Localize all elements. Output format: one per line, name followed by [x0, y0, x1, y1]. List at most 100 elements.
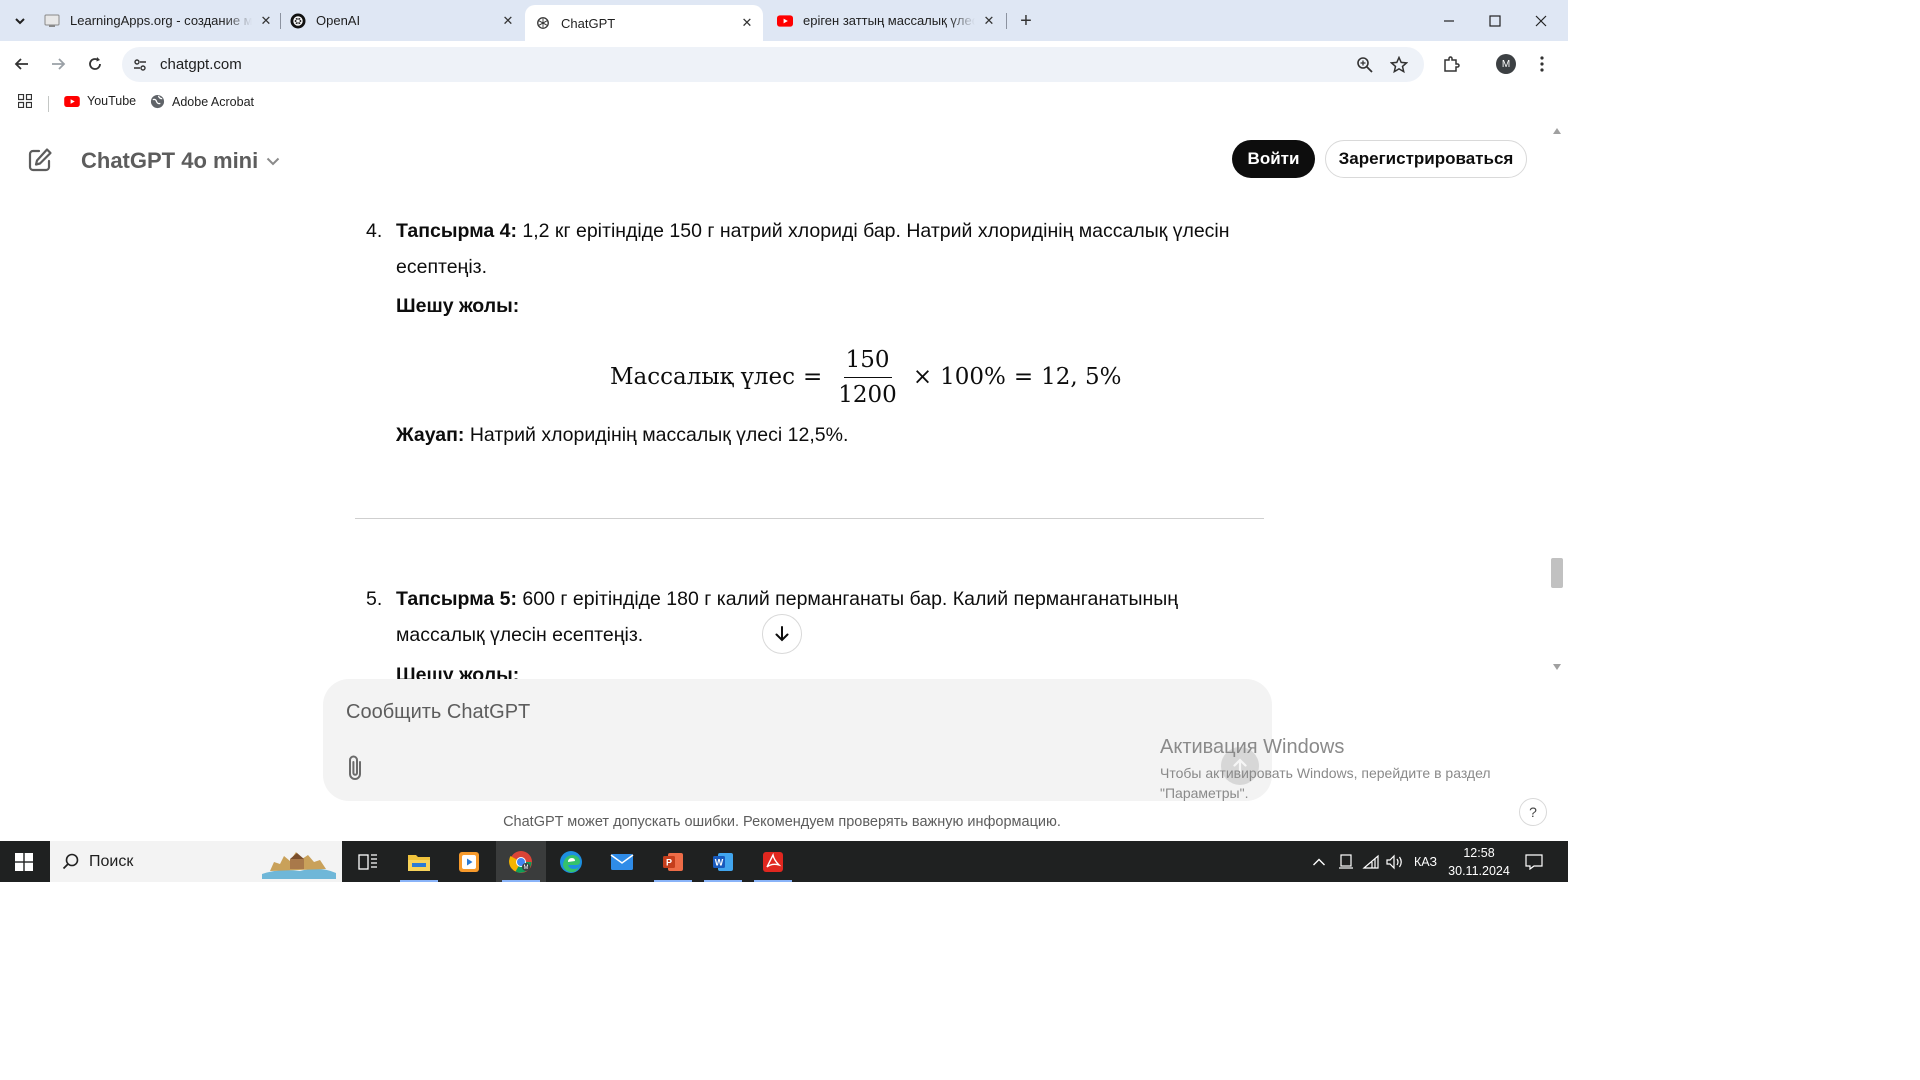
tab-chatgpt[interactable]: ChatGPT ✕: [525, 5, 763, 41]
page-scrollbar[interactable]: [1548, 118, 1568, 840]
new-chat-button[interactable]: [26, 146, 54, 174]
taskbar-media-player[interactable]: [444, 841, 494, 882]
formula-fraction: 150 1200: [838, 347, 897, 408]
media-player-icon: [459, 851, 479, 872]
tab-title: OpenAI: [316, 13, 361, 28]
running-indicator: [704, 880, 742, 882]
bookmark-label: YouTube: [87, 94, 137, 108]
acrobat-icon: [763, 851, 783, 872]
clock-date: 30.11.2024: [1448, 864, 1510, 878]
apps-button[interactable]: [18, 94, 32, 108]
list-number: 4.: [366, 220, 383, 242]
task-view-button[interactable]: [343, 841, 393, 882]
task-text: Тапсырма 4: 1,2 кг ерітіндіде 150 г натр…: [396, 213, 1256, 285]
scroll-down-icon[interactable]: [1553, 664, 1561, 670]
tab-openai[interactable]: OpenAI ✕: [290, 0, 516, 41]
new-tab-button[interactable]: +: [1014, 9, 1038, 33]
tab-youtube-video[interactable]: еріген заттың массалық үлесін ✕: [777, 0, 997, 41]
activation-title: Активация Windows: [1160, 736, 1345, 758]
formula-equals: =: [803, 364, 823, 390]
arrow-left-icon: [14, 58, 28, 70]
tray-volume[interactable]: [1386, 841, 1404, 882]
reload-button[interactable]: [81, 50, 109, 78]
youtube-icon: [777, 13, 793, 29]
star-icon[interactable]: [1389, 55, 1409, 75]
bookmark-label: Adobe Acrobat: [172, 94, 255, 109]
language-indicator[interactable]: КАЗ: [1414, 841, 1437, 882]
zoom-icon[interactable]: [1355, 55, 1375, 75]
edge-icon: [560, 850, 582, 873]
taskbar-word[interactable]: W: [698, 841, 748, 882]
more-vertical-icon: [1540, 56, 1544, 72]
apps-grid-icon: [18, 94, 32, 108]
tab-divider: [280, 13, 281, 29]
bookmarks-bar: YouTube Adobe Acrobat: [0, 88, 1568, 118]
scrollbar-thumb[interactable]: [1551, 558, 1563, 588]
learningapps-icon: [44, 13, 60, 29]
close-icon: [1535, 15, 1547, 26]
windows-activation-watermark: Активация Windows Чтобы активировать Win…: [1160, 736, 1520, 803]
activation-text: Чтобы активировать Windows, перейдите в …: [1160, 765, 1491, 801]
taskbar-powerpoint[interactable]: P: [648, 841, 698, 882]
taskbar-file-explorer[interactable]: [394, 841, 444, 882]
model-selector[interactable]: ChatGPT 4o mini: [81, 148, 280, 174]
signup-button[interactable]: Зарегистрироваться: [1325, 140, 1527, 178]
bookmark-adobe-acrobat[interactable]: Adobe Acrobat: [150, 94, 254, 109]
help-button[interactable]: ?: [1519, 798, 1547, 826]
notifications-button[interactable]: [1525, 841, 1543, 882]
close-icon[interactable]: ✕: [258, 13, 274, 29]
extensions-button[interactable]: [1438, 51, 1464, 77]
browser-menu-button[interactable]: [1529, 51, 1555, 77]
svg-text:W: W: [715, 857, 724, 867]
maximize-button[interactable]: [1472, 0, 1518, 41]
site-info-icon[interactable]: [130, 55, 150, 75]
tab-title: еріген заттың массалық үлесін: [803, 13, 975, 28]
tray-device[interactable]: [1338, 841, 1354, 882]
search-icon: [62, 853, 79, 870]
browser-toolbar: chatgpt.com M: [0, 41, 1568, 88]
tab-learningapps[interactable]: LearningApps.org - создание мультимедийн…: [44, 0, 274, 41]
solution-title: Шешу жолы:: [396, 664, 520, 680]
taskbar-search[interactable]: Поиск: [50, 841, 342, 882]
message-composer[interactable]: Сообщить ChatGPT: [323, 679, 1272, 801]
task-4: 4. Тапсырма 4: 1,2 кг ерітіндіде 150 г н…: [366, 213, 1256, 285]
task-title: Тапсырма 4:: [396, 220, 517, 242]
url-text[interactable]: chatgpt.com: [160, 56, 242, 73]
svg-text:P: P: [666, 857, 672, 867]
bookmark-divider: [48, 96, 49, 112]
bookmark-youtube[interactable]: YouTube: [64, 94, 136, 108]
back-button[interactable]: [8, 50, 36, 78]
close-icon[interactable]: ✕: [981, 13, 997, 29]
tab-search-button[interactable]: [6, 7, 34, 35]
clock[interactable]: 12:58 30.11.2024: [1444, 844, 1514, 880]
mail-icon: [610, 853, 634, 870]
taskbar-edge[interactable]: [546, 841, 596, 882]
edit-icon: [28, 148, 52, 172]
clock-time: 12:58: [1463, 846, 1495, 860]
chevron-down-icon: [266, 157, 280, 166]
globe-icon: [150, 94, 165, 109]
close-icon[interactable]: ✕: [500, 13, 516, 29]
running-indicator: [502, 880, 540, 882]
scroll-up-icon[interactable]: [1553, 128, 1561, 134]
login-button[interactable]: Войти: [1232, 140, 1315, 178]
formula-times: ×: [912, 364, 933, 390]
show-hidden-icons-button[interactable]: [1312, 841, 1326, 882]
scroll-to-bottom-button[interactable]: [762, 614, 802, 654]
profile-button[interactable]: M: [1493, 51, 1519, 77]
taskbar-chrome[interactable]: M: [496, 841, 546, 882]
minimize-button[interactable]: [1426, 0, 1472, 41]
message-input[interactable]: Сообщить ChatGPT: [346, 701, 530, 724]
close-icon[interactable]: ✕: [739, 15, 755, 31]
address-bar[interactable]: chatgpt.com: [122, 47, 1424, 82]
forward-button[interactable]: [44, 50, 72, 78]
close-window-button[interactable]: [1518, 0, 1564, 41]
attach-button[interactable]: [343, 753, 369, 783]
start-button[interactable]: [0, 841, 48, 882]
word-icon: W: [713, 852, 733, 871]
openai-icon: [290, 13, 306, 29]
taskbar-acrobat[interactable]: [748, 841, 798, 882]
task-description: 1,2 кг ерітіндіде 150 г натрий хлориді б…: [396, 220, 1230, 278]
taskbar-mail[interactable]: [597, 841, 647, 882]
tray-network[interactable]: [1362, 841, 1380, 882]
